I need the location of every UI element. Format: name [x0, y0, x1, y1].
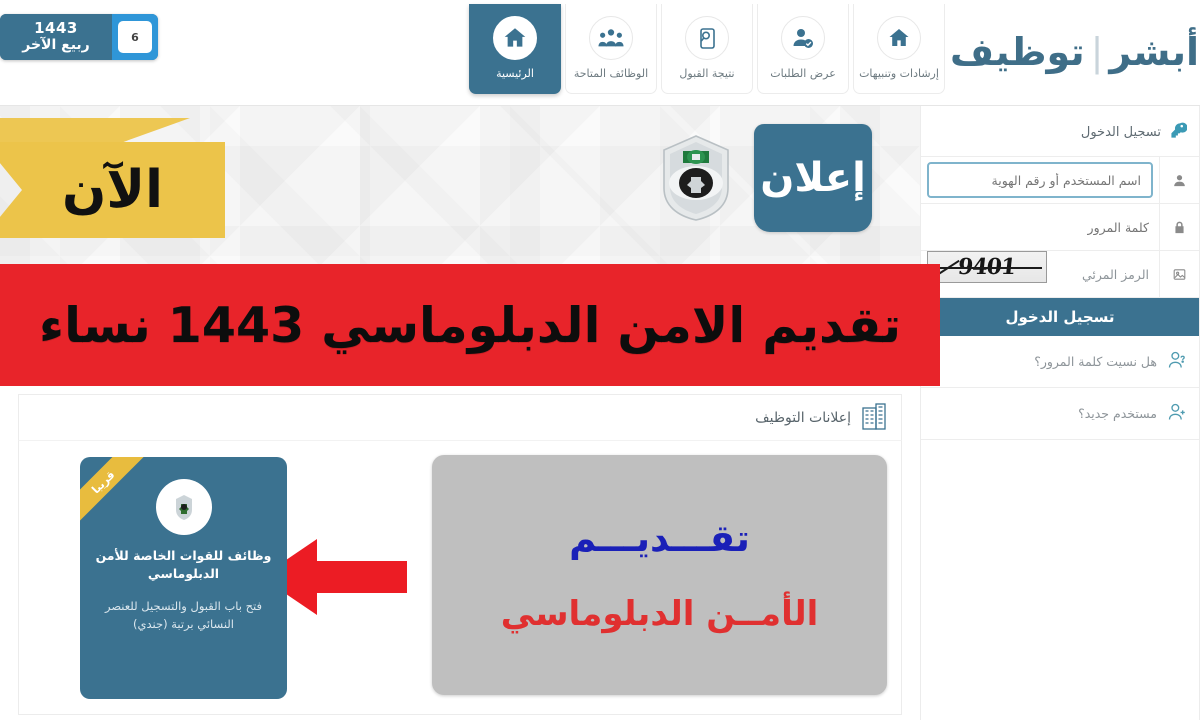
nav-label: نتيجة القبول — [679, 67, 735, 80]
coming-soon-ribbon: قريبا — [80, 457, 149, 528]
jobs-section: إعلانات التوظيف تقـــديـــم الأمــن الدب… — [0, 386, 920, 720]
logo-separator: | — [1090, 30, 1105, 74]
hijri-day-wrapper: 6 — [112, 14, 158, 60]
nav-label: الرئيسية — [496, 67, 534, 80]
hijri-date-text: 1443 ربيع الآخر — [0, 14, 112, 60]
login-panel-header: تسجيل الدخول — [921, 106, 1199, 157]
login-title: تسجيل الدخول — [1080, 125, 1161, 140]
nav-item-available-jobs[interactable]: الوظائف المتاحة — [565, 4, 657, 94]
main-navigation: إرشادات وتنبيهات عرض الطلبات نتيجة القبو… — [469, 0, 945, 106]
new-user-link[interactable]: مستخدم جديد؟ — [921, 388, 1199, 440]
announcement-badge: إعلان — [754, 124, 872, 232]
hijri-day: 6 — [118, 21, 152, 53]
logo-first-word: أبشر — [1109, 30, 1200, 74]
forgot-password-label: هل نسيت كلمة المرور؟ — [1034, 354, 1157, 369]
user-icon — [1159, 157, 1199, 203]
building-icon — [861, 402, 887, 434]
new-user-label: مستخدم جديد؟ — [1078, 406, 1157, 421]
home-icon — [877, 16, 921, 60]
site-header: 1443 ربيع الآخر 6 إرشادات وتنبيهات عرض ا… — [0, 0, 1200, 106]
login-submit-button[interactable]: تسجيل الدخول — [921, 298, 1199, 336]
nav-item-view-requests[interactable]: عرض الطلبات — [757, 4, 849, 94]
page-root: 1443 ربيع الآخر 6 إرشادات وتنبيهات عرض ا… — [0, 0, 1200, 720]
promo-line-1: تقـــديـــم — [569, 516, 751, 560]
saudi-police-emblem — [654, 132, 738, 224]
job-announcement-card[interactable]: قريبا وظائف للقوات الخاصة للأمن الدبلوما… — [80, 457, 287, 699]
promo-line-2: الأمــن الدبلوماسي — [500, 593, 820, 634]
captcha-image[interactable]: 9401 — [927, 251, 1047, 283]
lock-icon — [1159, 204, 1199, 250]
now-tag-tail — [0, 118, 190, 144]
login-key-icon — [1170, 122, 1188, 143]
hijri-month: ربيع الآخر — [22, 37, 90, 53]
username-row — [921, 157, 1199, 204]
group-users-icon — [589, 16, 633, 60]
document-search-icon — [685, 16, 729, 60]
red-headline-banner: تقديم الامن الدبلوماسي 1443 نساء — [0, 264, 940, 386]
promo-gray-panel: تقـــديـــم الأمــن الدبلوماسي — [432, 455, 887, 695]
now-tag-label: الآن — [62, 160, 163, 220]
jobs-section-title: إعلانات التوظيف — [755, 409, 851, 426]
logo-text: أبشر|توظيف — [949, 30, 1200, 74]
nav-label: الوظائف المتاحة — [573, 67, 649, 80]
captcha-label-wrapper: الرمز المرئي — [1053, 251, 1159, 297]
password-field-wrapper — [921, 204, 1159, 250]
announcement-group: إعلان — [654, 124, 872, 232]
user-add-icon — [1167, 402, 1187, 426]
password-input[interactable] — [931, 219, 1149, 235]
nav-item-acceptance-result[interactable]: نتيجة القبول — [661, 4, 753, 94]
jobs-section-header: إعلانات التوظيف — [18, 394, 902, 440]
login-panel: تسجيل الدخول اسم المستخدم أو رقم الهوية … — [920, 106, 1200, 720]
hijri-year: 1443 — [34, 19, 78, 37]
home-icon — [493, 16, 537, 60]
hijri-date-badge: 1443 ربيع الآخر 6 — [0, 14, 158, 60]
nav-item-home[interactable]: الرئيسية — [469, 4, 561, 94]
special-forces-emblem — [155, 479, 212, 535]
nav-label: عرض الطلبات — [770, 67, 836, 80]
red-headline-text: تقديم الامن الدبلوماسي 1443 نساء — [39, 296, 902, 354]
user-check-icon — [781, 16, 825, 60]
image-icon — [1159, 251, 1199, 297]
logo-second-word: توظيف — [949, 30, 1086, 74]
site-logo[interactable]: أبشر|توظيف — [950, 16, 1200, 88]
captcha-row: الرمز المرئي 9401 — [921, 251, 1199, 298]
user-question-icon — [1167, 350, 1187, 374]
jobs-section-body: تقـــديـــم الأمــن الدبلوماسي قريبا وظا… — [18, 440, 902, 715]
forgot-password-link[interactable]: هل نسيت كلمة المرور؟ — [921, 336, 1199, 388]
now-tag: الآن — [0, 142, 225, 238]
nav-item-guidance[interactable]: إرشادات وتنبيهات — [853, 4, 945, 94]
job-card-description: فتح باب القبول والتسجيل للعنصر النسائي ب… — [104, 599, 263, 631]
password-row — [921, 204, 1199, 251]
job-card-title: وظائف للقوات الخاصة للأمن الدبلوماسي — [95, 548, 272, 581]
captcha-label: الرمز المرئي — [1081, 266, 1149, 282]
nav-label: إرشادات وتنبيهات — [859, 67, 939, 80]
username-field-wrapper — [927, 162, 1153, 198]
username-input[interactable] — [939, 172, 1141, 188]
